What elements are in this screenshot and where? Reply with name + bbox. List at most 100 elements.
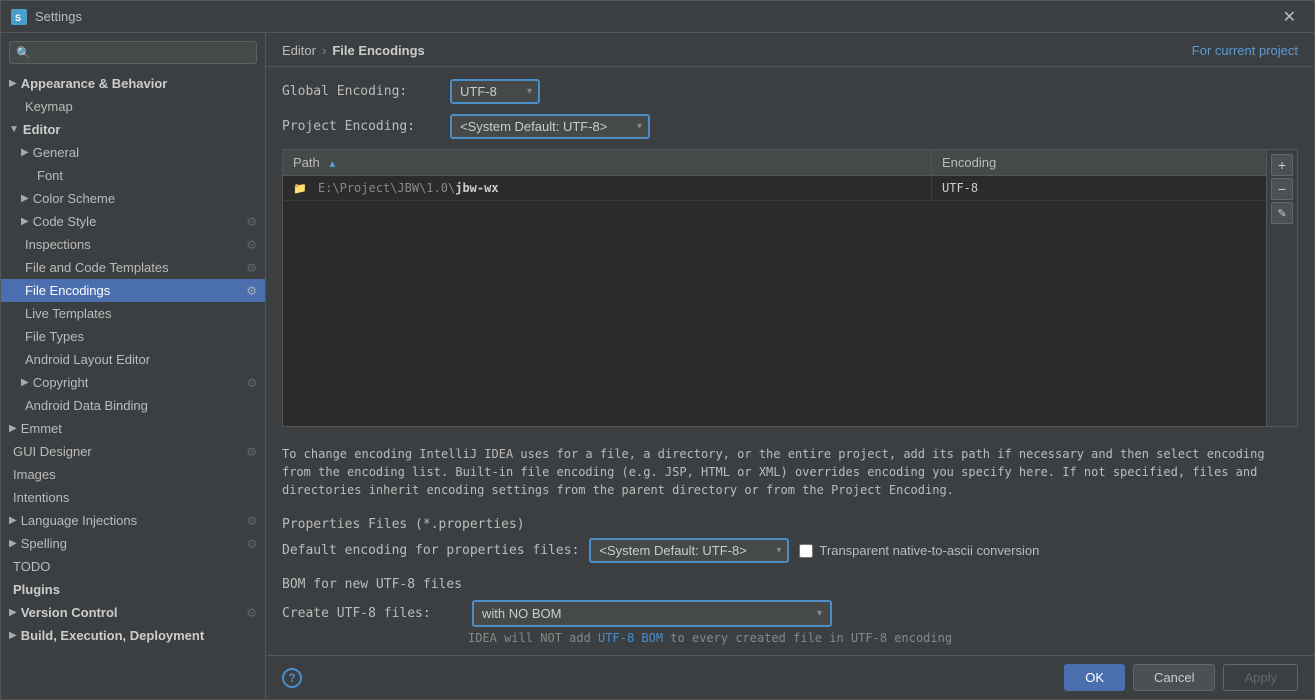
sidebar-item-label: Copyright xyxy=(31,375,247,390)
sidebar-item-label: Images xyxy=(11,467,265,482)
gear-icon: ⚙ xyxy=(246,537,265,551)
project-encoding-value: <System Default: UTF-8> xyxy=(460,119,607,134)
sidebar-item-appearance[interactable]: ▶ Appearance & Behavior xyxy=(1,72,265,95)
sidebar-item-emmet[interactable]: ▶ Emmet xyxy=(1,417,265,440)
sidebar-item-label: General xyxy=(31,145,265,160)
sidebar-item-editor[interactable]: ▼ Editor xyxy=(1,118,265,141)
cancel-button[interactable]: Cancel xyxy=(1133,664,1215,691)
arrow-icon: ▶ xyxy=(9,538,17,549)
help-button[interactable]: ? xyxy=(282,668,302,688)
arrow-icon: ▶ xyxy=(9,630,17,641)
settings-window: S Settings ✕ 🔍 ▶ Appearance & Behavior K… xyxy=(0,0,1315,700)
add-row-button[interactable]: + xyxy=(1271,154,1293,176)
sidebar-item-label: Android Layout Editor xyxy=(23,352,265,367)
th-path[interactable]: Path ▲ xyxy=(283,150,932,175)
breadcrumb-separator: › xyxy=(322,43,326,58)
global-encoding-value: UTF-8 xyxy=(460,84,497,99)
sidebar: 🔍 ▶ Appearance & Behavior Keymap ▼ Edito… xyxy=(1,33,266,699)
sidebar-item-label: Live Templates xyxy=(23,306,265,321)
breadcrumb-editor: Editor xyxy=(282,43,316,58)
table-body: 📁 E:\Project\JBW\1.0\jbw-wx UTF-8 xyxy=(283,176,1266,426)
sidebar-item-label: Language Injections xyxy=(19,513,247,528)
bom-hint-pre: IDEA will NOT add xyxy=(468,631,598,645)
chevron-down-icon: ▾ xyxy=(637,121,642,132)
arrow-icon: ▶ xyxy=(21,193,29,204)
default-encoding-value: <System Default: UTF-8> xyxy=(599,543,746,558)
gear-icon: ⚙ xyxy=(246,606,265,620)
ok-button[interactable]: OK xyxy=(1064,664,1125,691)
sidebar-item-androidlayout[interactable]: Android Layout Editor xyxy=(1,348,265,371)
apply-button[interactable]: Apply xyxy=(1223,664,1298,691)
sidebar-item-label: Inspections xyxy=(23,237,246,252)
table-header: Path ▲ Encoding xyxy=(283,150,1266,176)
sidebar-item-guidesigner[interactable]: GUI Designer ⚙ xyxy=(1,440,265,463)
sidebar-item-plugins[interactable]: Plugins xyxy=(1,578,265,601)
sidebar-item-todo[interactable]: TODO xyxy=(1,555,265,578)
sidebar-item-label: Android Data Binding xyxy=(23,398,265,413)
th-encoding[interactable]: Encoding xyxy=(932,150,1266,175)
sidebar-item-label: Keymap xyxy=(23,99,265,114)
sidebar-item-colorscheme[interactable]: ▶ Color Scheme xyxy=(1,187,265,210)
bom-create-label: Create UTF-8 files: xyxy=(282,606,462,621)
bom-hint-post: to every created file in UTF-8 encoding xyxy=(663,631,952,645)
sidebar-item-label: Font xyxy=(35,168,265,183)
arrow-icon: ▶ xyxy=(9,78,17,89)
sidebar-item-label: Plugins xyxy=(11,582,265,597)
transparent-label: Transparent native-to-ascii conversion xyxy=(819,543,1039,558)
titlebar: S Settings ✕ xyxy=(1,1,1314,33)
bom-create-value: with NO BOM xyxy=(482,606,561,621)
encoding-table-wrapper: Path ▲ Encoding 📁 E:\Project xyxy=(282,149,1298,427)
sidebar-item-inspections[interactable]: Inspections ⚙ xyxy=(1,233,265,256)
sidebar-item-fileencodings[interactable]: File Encodings ⚙ xyxy=(1,279,265,302)
sidebar-item-filetypes[interactable]: File Types xyxy=(1,325,265,348)
properties-section: Properties Files (*.properties) Default … xyxy=(282,517,1298,563)
sidebar-item-label: TODO xyxy=(11,559,265,574)
sidebar-item-filecodetemp[interactable]: File and Code Templates ⚙ xyxy=(1,256,265,279)
svg-text:S: S xyxy=(15,13,21,23)
bom-section: BOM for new UTF-8 files Create UTF-8 fil… xyxy=(282,577,1298,645)
transparent-checkbox[interactable] xyxy=(799,544,813,558)
gear-icon: ⚙ xyxy=(246,261,265,275)
sidebar-item-intentions[interactable]: Intentions xyxy=(1,486,265,509)
chevron-down-icon: ▾ xyxy=(817,608,822,619)
sidebar-item-livetemplates[interactable]: Live Templates xyxy=(1,302,265,325)
table-row[interactable]: 📁 E:\Project\JBW\1.0\jbw-wx UTF-8 xyxy=(283,176,1266,201)
sidebar-item-androiddatabinding[interactable]: Android Data Binding xyxy=(1,394,265,417)
properties-title: Properties Files (*.properties) xyxy=(282,517,1298,532)
sidebar-item-label: Build, Execution, Deployment xyxy=(19,628,265,643)
sidebar-item-buildexec[interactable]: ▶ Build, Execution, Deployment xyxy=(1,624,265,647)
breadcrumb-project-link[interactable]: For current project xyxy=(1192,43,1298,58)
bom-create-dropdown[interactable]: with NO BOM ▾ xyxy=(472,600,832,627)
gear-icon: ⚙ xyxy=(246,238,265,252)
folder-icon: 📁 xyxy=(293,182,307,195)
sidebar-item-general[interactable]: ▶ General xyxy=(1,141,265,164)
project-encoding-dropdown[interactable]: <System Default: UTF-8> ▾ xyxy=(450,114,650,139)
panel-body: Global Encoding: UTF-8 ▾ Project Encodin… xyxy=(266,67,1314,655)
bom-hint-link[interactable]: UTF-8 BOM xyxy=(598,631,663,645)
sidebar-item-versioncontrol[interactable]: ▶ Version Control ⚙ xyxy=(1,601,265,624)
sidebar-item-label: Editor xyxy=(21,122,265,137)
main-content: 🔍 ▶ Appearance & Behavior Keymap ▼ Edito… xyxy=(1,33,1314,699)
sidebar-item-langinjections[interactable]: ▶ Language Injections ⚙ xyxy=(1,509,265,532)
search-input[interactable] xyxy=(35,45,250,60)
sidebar-item-codestyle[interactable]: ▶ Code Style ⚙ xyxy=(1,210,265,233)
sidebar-item-spelling[interactable]: ▶ Spelling ⚙ xyxy=(1,532,265,555)
gear-icon: ⚙ xyxy=(246,514,265,528)
gear-icon: ⚙ xyxy=(246,284,265,298)
sidebar-item-images[interactable]: Images xyxy=(1,463,265,486)
chevron-down-icon: ▾ xyxy=(776,545,781,556)
sidebar-item-font[interactable]: Font xyxy=(1,164,265,187)
search-box[interactable]: 🔍 xyxy=(9,41,257,64)
arrow-icon: ▼ xyxy=(9,124,19,135)
global-encoding-dropdown[interactable]: UTF-8 ▾ xyxy=(450,79,540,104)
bom-title: BOM for new UTF-8 files xyxy=(282,577,1298,592)
default-encoding-dropdown[interactable]: <System Default: UTF-8> ▾ xyxy=(589,538,789,563)
close-button[interactable]: ✕ xyxy=(1275,3,1304,31)
project-encoding-row: Project Encoding: <System Default: UTF-8… xyxy=(282,114,1298,139)
sidebar-item-copyright[interactable]: ▶ Copyright ⚙ xyxy=(1,371,265,394)
app-icon: S xyxy=(11,9,27,25)
sidebar-item-keymap[interactable]: Keymap xyxy=(1,95,265,118)
bom-create-row: Create UTF-8 files: with NO BOM ▾ xyxy=(282,600,1298,627)
edit-row-button[interactable]: ✎ xyxy=(1271,202,1293,224)
remove-row-button[interactable]: − xyxy=(1271,178,1293,200)
